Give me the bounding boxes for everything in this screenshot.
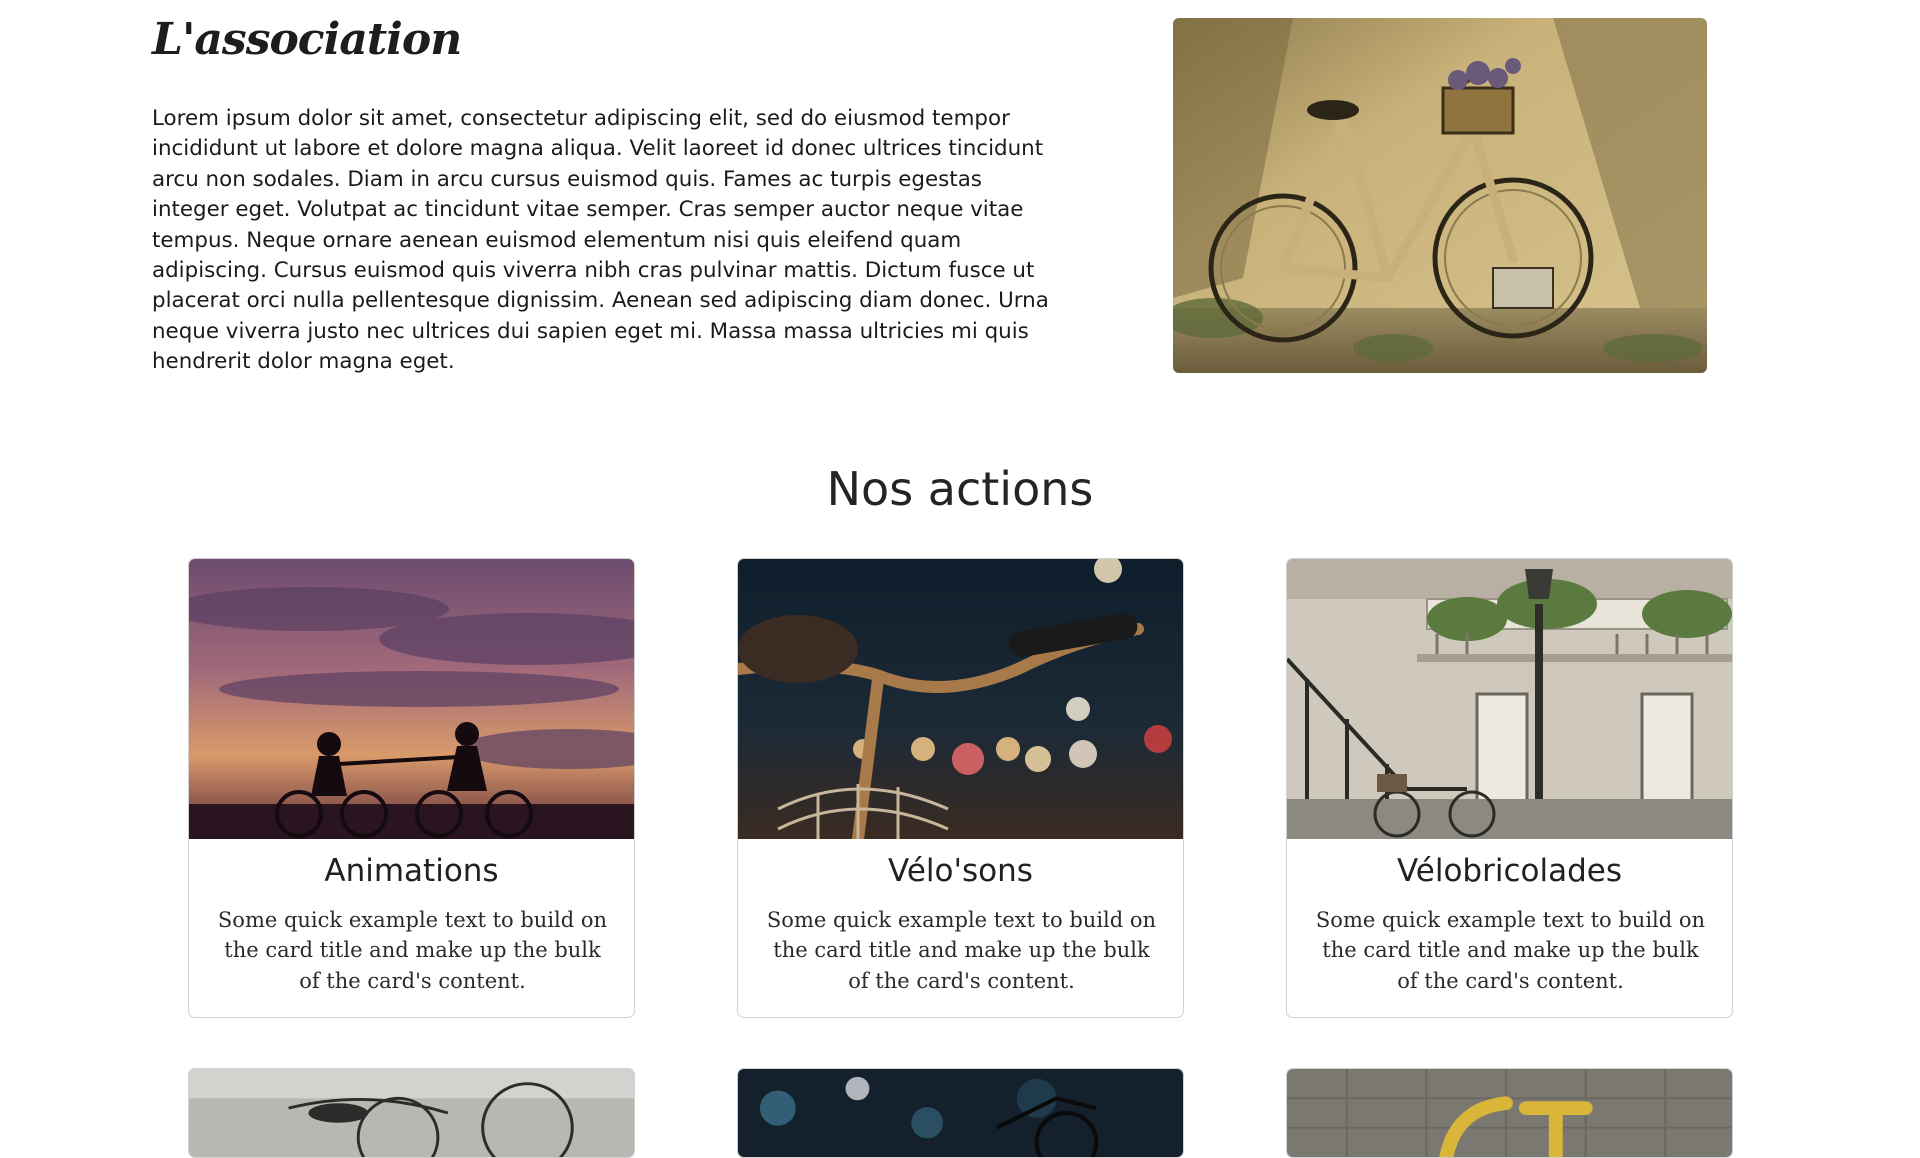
card-title: Vélobricolades <box>1396 853 1622 889</box>
action-card-partial-3[interactable] <box>1286 1068 1733 1158</box>
action-card-velosons[interactable]: Vélo'sons Some quick example text to bui… <box>737 558 1184 1018</box>
parked-bikes-photo <box>189 1069 634 1157</box>
bike-lane-marking-photo <box>1287 1069 1732 1157</box>
action-card-partial-1[interactable] <box>188 1068 635 1158</box>
actions-title: Nos actions <box>826 462 1094 516</box>
cyclists-sunset-photo <box>189 559 634 839</box>
bicycle-against-wall-photo <box>1173 18 1707 373</box>
action-card-partial-2[interactable] <box>737 1068 1184 1158</box>
bike-city-lights-photo <box>738 1069 1183 1157</box>
action-card-animations[interactable]: Animations Some quick example text to bu… <box>188 558 635 1018</box>
parisian-building-lamp-photo <box>1287 559 1732 839</box>
card-text: Some quick example text to build on the … <box>217 908 608 993</box>
card-text: Some quick example text to build on the … <box>1315 908 1706 993</box>
bike-handlebar-night-photo <box>738 559 1183 839</box>
card-title: Animations <box>324 853 499 889</box>
about-text: Lorem ipsum dolor sit amet, consectetur … <box>152 106 1049 375</box>
card-text: Some quick example text to build on the … <box>766 908 1157 993</box>
action-card-velobricolades[interactable]: Vélobricolades Some quick example text t… <box>1286 558 1733 1018</box>
about-title: L'association <box>152 14 462 65</box>
about-section: L'association Lorem ipsum dolor sit amet… <box>0 0 1920 420</box>
card-title: Vélo'sons <box>888 853 1033 889</box>
